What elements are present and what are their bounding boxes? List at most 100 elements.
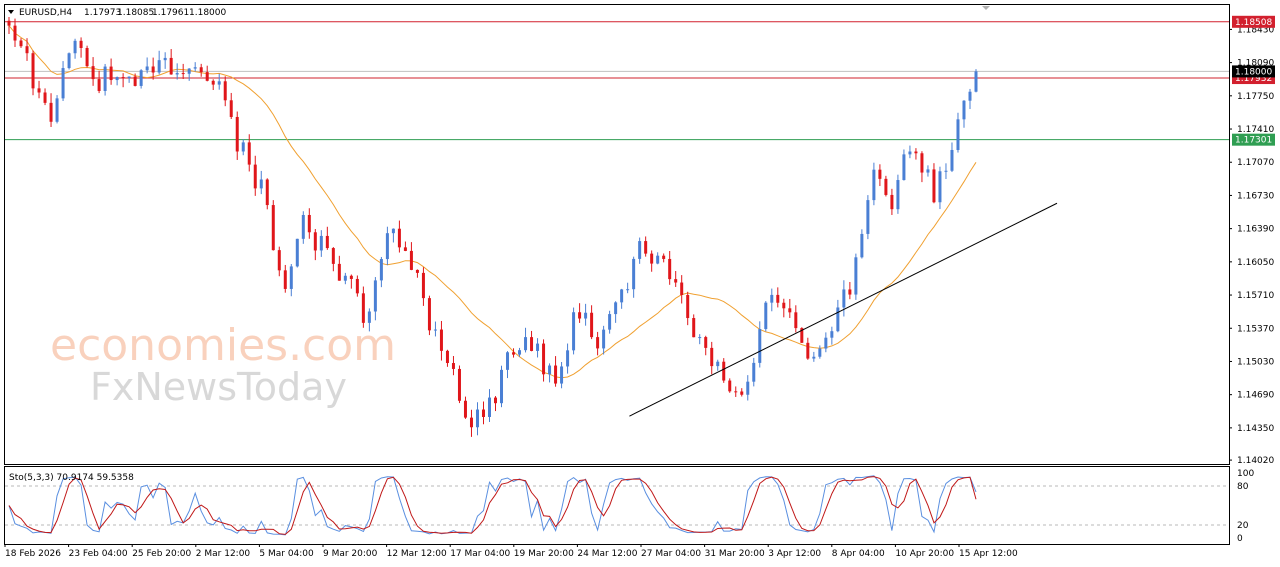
shift-marker-icon[interactable] xyxy=(982,6,990,10)
candle-body xyxy=(620,289,624,303)
candle-body xyxy=(926,169,930,173)
price-tick-label: 1.15710 xyxy=(1237,291,1274,301)
candle-body xyxy=(235,116,239,152)
candle-body xyxy=(145,66,149,71)
trendline-layer[interactable] xyxy=(629,202,1058,417)
candle-body xyxy=(481,409,485,417)
candle-body xyxy=(806,342,810,359)
candle-body xyxy=(494,397,498,404)
candle-body xyxy=(433,329,437,331)
candle-body xyxy=(884,178,888,195)
price-tick-label: 1.15030 xyxy=(1237,357,1274,367)
candle-body xyxy=(205,72,209,81)
time-tick-label: 27 Mar 04:00 xyxy=(641,549,701,559)
candle-body xyxy=(367,311,371,323)
candle-body xyxy=(211,80,215,85)
candle-body xyxy=(109,66,113,81)
time-tick-label: 5 Mar 04:00 xyxy=(259,549,314,559)
candle-body xyxy=(716,361,720,367)
candle-body xyxy=(584,312,588,319)
ohlc-high: 1.18085 xyxy=(117,8,154,18)
stochastic-lines xyxy=(8,475,977,536)
candle-body xyxy=(307,214,311,233)
candle-body xyxy=(524,337,528,351)
candle-body xyxy=(938,171,942,203)
candle-body xyxy=(19,40,23,47)
candle-body xyxy=(656,255,660,264)
candle-body xyxy=(614,302,618,315)
candle-body xyxy=(698,337,702,339)
time-tick-label: 19 Mar 20:00 xyxy=(514,549,574,559)
candle-body xyxy=(674,279,678,283)
candle-body xyxy=(572,312,576,351)
candle-body xyxy=(668,258,672,280)
candle-body xyxy=(608,314,612,330)
time-tick-label: 15 Apr 12:00 xyxy=(959,549,1018,559)
candle-body xyxy=(421,272,425,299)
candle-body xyxy=(842,289,846,308)
candle-body xyxy=(469,417,473,428)
candle-body xyxy=(337,263,341,281)
candle-body xyxy=(457,368,461,401)
resistance-tag-label: 1.18508 xyxy=(1235,18,1272,28)
candle-body xyxy=(313,232,317,251)
candle-body xyxy=(319,235,323,251)
candle-body xyxy=(734,391,738,393)
candle-body xyxy=(710,347,714,367)
candle-body xyxy=(463,400,467,418)
candle-body xyxy=(91,66,95,80)
candle-body xyxy=(794,312,798,329)
candle-body xyxy=(560,366,564,384)
trading-chart[interactable]: EURUSD,H4 1.17973 1.18085 1.17961 1.1800… xyxy=(0,0,1280,567)
candle-body xyxy=(271,205,275,251)
candle-body xyxy=(133,76,137,86)
price-level-lines xyxy=(5,21,1229,141)
candle-body xyxy=(644,241,648,254)
candle-body xyxy=(331,248,335,264)
candle-body xyxy=(866,200,870,234)
candle-body xyxy=(13,25,17,41)
time-tick-label: 31 Mar 20:00 xyxy=(705,549,765,559)
candle-body xyxy=(596,337,600,349)
candle-body xyxy=(914,151,918,154)
stoch-tick-label: 20 xyxy=(1237,521,1249,531)
stochastic-frame xyxy=(4,466,1230,545)
time-tick-label: 24 Mar 12:00 xyxy=(577,549,637,559)
candle-body xyxy=(487,397,491,417)
trendline xyxy=(629,202,1058,417)
candle-body xyxy=(403,247,407,251)
price-tick-label: 1.14020 xyxy=(1237,456,1274,466)
candle-body xyxy=(902,154,906,181)
candle-body xyxy=(512,352,516,355)
candle-body xyxy=(325,235,329,249)
candle-body xyxy=(824,337,828,349)
candle-body xyxy=(31,53,35,89)
candle-body xyxy=(55,98,59,122)
dropdown-triangle-icon[interactable] xyxy=(8,10,14,14)
candle-body xyxy=(265,179,269,206)
candle-body xyxy=(650,253,654,264)
candle-body xyxy=(776,294,780,303)
candle-body xyxy=(518,350,522,355)
time-tick-label: 25 Feb 20:00 xyxy=(132,549,191,559)
candle-body xyxy=(542,343,546,375)
price-tick-label: 1.14350 xyxy=(1237,424,1274,434)
candle-body xyxy=(163,57,167,61)
candle-body xyxy=(283,270,287,289)
price-tick-label: 1.17410 xyxy=(1237,125,1274,135)
candle-body xyxy=(890,194,894,210)
candle-body xyxy=(415,269,419,273)
time-tick-label: 23 Feb 04:00 xyxy=(69,549,128,559)
candle-body xyxy=(812,356,816,359)
candle-body xyxy=(139,70,143,86)
candle-body xyxy=(590,312,594,338)
time-tick-label: 17 Mar 04:00 xyxy=(450,549,510,559)
candle-body xyxy=(247,142,251,165)
candle-body xyxy=(73,40,77,54)
candle-body xyxy=(37,88,41,93)
candle-body xyxy=(79,40,83,48)
candle-body xyxy=(692,318,696,338)
candle-body xyxy=(686,294,690,319)
ohlc-close: 1.18000 xyxy=(189,8,226,18)
price-tick-label: 1.15370 xyxy=(1237,324,1274,334)
